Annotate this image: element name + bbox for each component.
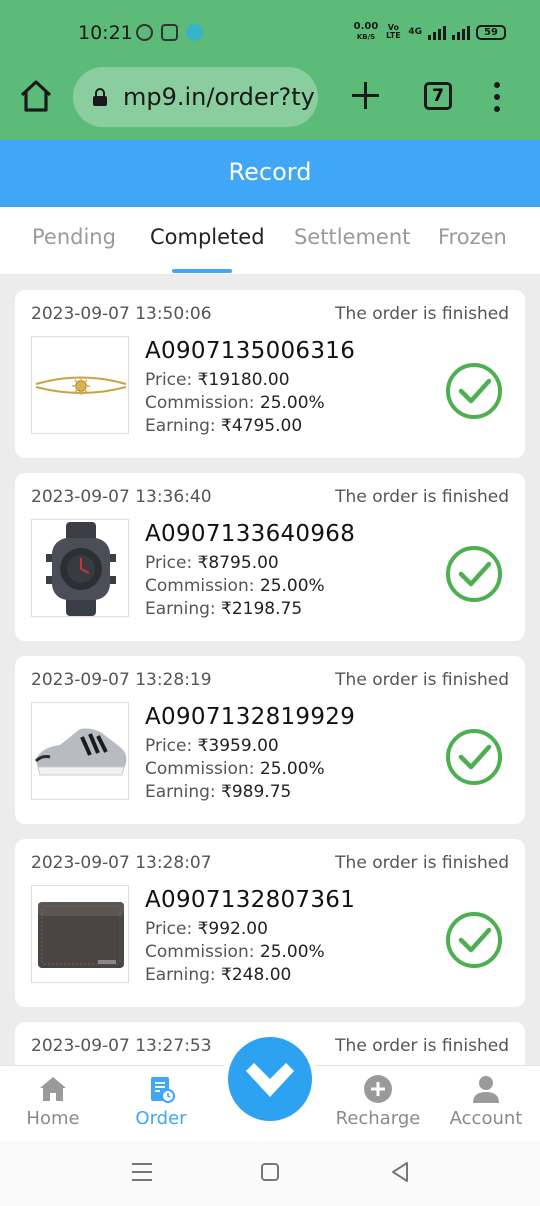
status-time: 10:21: [78, 22, 133, 44]
order-date: 2023-09-07 13:36:40: [31, 487, 212, 507]
tab-frozen[interactable]: Frozen: [438, 225, 507, 249]
center-diamond-button[interactable]: [223, 1032, 317, 1126]
wallet-icon: [38, 902, 124, 968]
home-icon[interactable]: [18, 78, 54, 114]
active-tab-indicator: [172, 269, 232, 273]
order-commission: Commission: 25.00%: [145, 942, 325, 962]
status-indicators: 0.00 KB/S Vo LTE 4G 59: [354, 22, 506, 42]
diamond-icon: [246, 1063, 294, 1097]
order-earning: Earning: ₹2198.75: [145, 599, 303, 619]
order-number: A0907135006316: [145, 338, 356, 364]
order-card[interactable]: 2023-09-07 13:28:07 The order is finishe…: [15, 839, 525, 1007]
product-image: [31, 336, 129, 434]
nav-account[interactable]: Account: [436, 1074, 536, 1129]
tab-pending[interactable]: Pending: [32, 225, 116, 249]
url-text: mp9.in/order?ty: [123, 83, 315, 111]
tab-switcher-button[interactable]: 7: [424, 82, 452, 110]
system-home-icon[interactable]: [261, 1163, 279, 1181]
order-earning: Earning: ₹989.75: [145, 782, 292, 802]
network-type: 4G: [408, 27, 422, 37]
product-image: [31, 702, 129, 800]
order-price: Price: ₹19180.00: [145, 370, 290, 390]
plus-circle-icon: [364, 1075, 392, 1103]
battery-icon: 59: [476, 24, 506, 40]
browser-toolbar: mp9.in/order?ty 7: [0, 66, 540, 140]
more-menu-icon[interactable]: [492, 82, 502, 112]
page-title: Record: [0, 140, 540, 207]
tab-settlement[interactable]: Settlement: [294, 225, 410, 249]
volte-label: Vo LTE: [385, 23, 401, 40]
instagram-icon: [161, 24, 178, 41]
order-number: A0907132807361: [145, 887, 356, 913]
sneaker-icon: [34, 728, 127, 776]
signal-2-icon: [452, 24, 470, 40]
nav-order[interactable]: Order: [111, 1074, 211, 1129]
order-document-icon: [151, 1077, 175, 1103]
tab-completed[interactable]: Completed: [150, 225, 265, 249]
nav-recharge[interactable]: Recharge: [328, 1074, 428, 1129]
order-earning: Earning: ₹248.00: [145, 965, 292, 985]
product-image: [31, 885, 129, 983]
order-earning: Earning: ₹4795.00: [145, 416, 303, 436]
nav-home[interactable]: Home: [3, 1074, 103, 1129]
back-icon[interactable]: [390, 1161, 410, 1183]
new-tab-icon[interactable]: [350, 80, 382, 112]
order-date: 2023-09-07 13:28:19: [31, 670, 212, 690]
check-circle-icon: [446, 912, 502, 968]
home-icon: [40, 1077, 66, 1101]
order-price: Price: ₹3959.00: [145, 736, 279, 756]
check-circle-icon: [446, 546, 502, 602]
order-commission: Commission: 25.00%: [145, 393, 325, 413]
order-date: 2023-09-07 13:28:07: [31, 853, 212, 873]
system-navigation-bar: [0, 1141, 540, 1206]
address-bar[interactable]: mp9.in/order?ty: [73, 67, 318, 127]
lock-icon: [93, 88, 107, 106]
order-date: 2023-09-07 13:50:06: [31, 304, 212, 324]
network-speed: 0.00 KB/S: [353, 21, 379, 42]
order-status: The order is finished: [335, 487, 509, 507]
check-circle-icon: [446, 729, 502, 785]
chat-icon: [186, 24, 203, 41]
order-price: Price: ₹8795.00: [145, 553, 279, 573]
order-number: A0907133640968: [145, 521, 356, 547]
order-number: A0907132819929: [145, 704, 356, 730]
order-commission: Commission: 25.00%: [145, 759, 325, 779]
order-status: The order is finished: [335, 304, 509, 324]
bracelet-icon: [35, 376, 127, 395]
order-price: Price: ₹992.00: [145, 919, 268, 939]
order-card[interactable]: 2023-09-07 13:36:40 The order is finishe…: [15, 473, 525, 641]
recent-apps-icon[interactable]: [132, 1163, 152, 1181]
user-icon: [473, 1076, 499, 1103]
product-image: [31, 519, 129, 617]
order-card[interactable]: 2023-09-07 13:50:06 The order is finishe…: [15, 290, 525, 458]
status-bar: 10:21 0.00 KB/S Vo LTE 4G 59: [0, 0, 540, 66]
check-circle-icon: [446, 363, 502, 419]
notification-icons: [136, 24, 203, 41]
order-status: The order is finished: [335, 853, 509, 873]
order-commission: Commission: 25.00%: [145, 576, 325, 596]
browser-chrome: 10:21 0.00 KB/S Vo LTE 4G 59 mp9.in/orde…: [0, 0, 540, 140]
fan-icon: [136, 24, 153, 41]
order-date: 2023-09-07 13:27:53: [31, 1036, 212, 1056]
watch-icon: [46, 522, 116, 616]
order-status: The order is finished: [335, 1036, 509, 1056]
order-card[interactable]: 2023-09-07 13:28:19 The order is finishe…: [15, 656, 525, 824]
tab-bar: Pending Completed Settlement Frozen: [0, 207, 540, 274]
signal-icon: [428, 24, 446, 40]
order-status: The order is finished: [335, 670, 509, 690]
